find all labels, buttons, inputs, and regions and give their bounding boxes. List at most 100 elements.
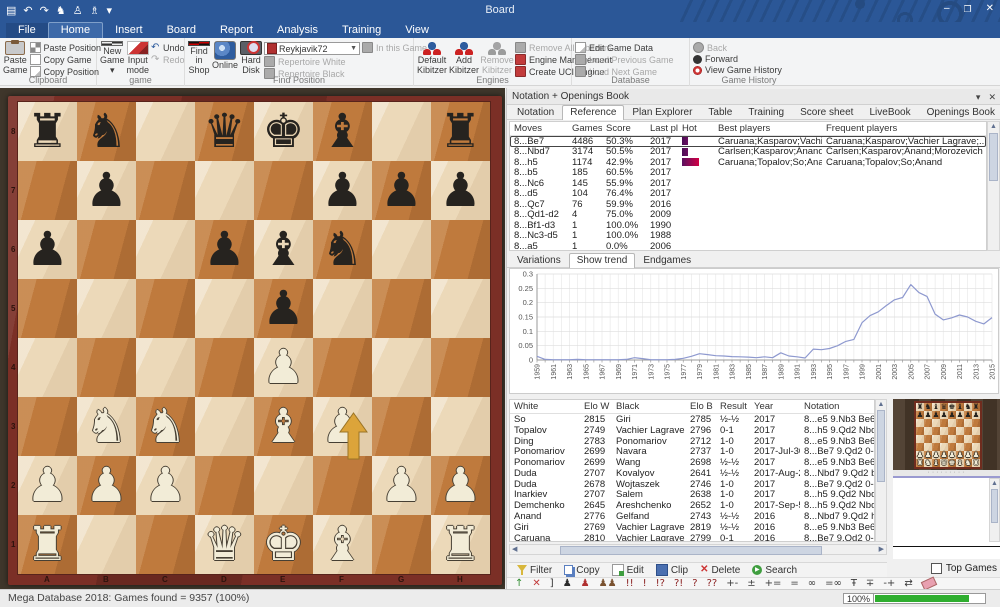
board-square[interactable] [372,338,431,397]
clip-button[interactable]: Clip [656,564,688,576]
tab-score-sheet[interactable]: Score sheet [792,105,861,119]
board-square[interactable] [18,397,77,456]
board-square[interactable] [431,279,490,338]
board-square[interactable] [77,220,136,279]
games-table-row[interactable]: Topalov2749Vachier Lagrave27960-120178..… [510,425,874,436]
piece-bp[interactable]: ♟ [313,161,372,220]
delete-button[interactable]: ✕Delete [700,565,740,576]
board-square[interactable]: ♝ [254,397,313,456]
annotation-symbol-button[interactable]: ✕ [532,578,540,589]
games-table-row[interactable]: Ding2783Ponomariov27121-020178...e5 9.Nb… [510,436,874,447]
piece-wp[interactable]: ♟ [372,456,431,515]
tab-openings-book[interactable]: Openings Book [919,105,1000,119]
annotation-symbol-button[interactable]: +- [726,578,738,589]
annotation-symbol-button[interactable]: ?! [674,578,683,589]
games-table-row[interactable]: Giri2769Vachier Lagrave2819½-½20168...e5… [510,522,874,533]
annotation-symbol-button[interactable]: ♟ [563,578,572,589]
board-square[interactable]: ♝ [254,220,313,279]
moves-table-row[interactable]: 8...a510.0%2006 [510,241,986,252]
edit-button[interactable]: Edit [612,564,644,576]
piece-wb[interactable]: ♝ [313,515,372,574]
load-previous-game-button[interactable]: Load Previous Game [575,54,674,65]
annotation-symbol-button[interactable]: ± [747,578,755,589]
board-square[interactable] [136,338,195,397]
view-game-history-button[interactable]: View Game History [693,65,782,75]
board-square[interactable] [431,338,490,397]
piece-wb[interactable]: ♝ [254,397,313,456]
board-square[interactable] [136,161,195,220]
annotation-symbol-button[interactable]: !! [626,578,634,589]
piece-wn[interactable]: ♞ [77,397,136,456]
annotation-symbol-button[interactable]: ] [550,578,554,589]
tab-table[interactable]: Table [700,105,740,119]
board-square[interactable] [195,161,254,220]
annotation-symbol-button[interactable]: ?? [707,578,718,589]
board-square[interactable] [372,279,431,338]
moves-table-row[interactable]: 8...Be7448650.3%2017Caruana;Kasparov;Vac… [510,136,986,147]
games-table-row[interactable]: Inarkiev2707Salem26381-020178...h5 9.Qd2… [510,490,874,501]
panel-collapse-icon[interactable]: ▾ [976,89,981,105]
board-square[interactable]: ♟ [313,397,372,456]
ribbon-tab-training[interactable]: Training [330,23,393,38]
board-square[interactable]: ♝ [313,102,372,161]
board-square[interactable]: ♜ [431,102,490,161]
board-square[interactable] [136,515,195,574]
tab-plan-explorer[interactable]: Plan Explorer [624,105,700,119]
games-table-row[interactable]: Ponomariov2699Navara27371-02017-Jul-308.… [510,446,874,457]
board-square[interactable]: ♟ [431,456,490,515]
board-square[interactable]: ♚ [254,515,313,574]
piece-wp[interactable]: ♟ [18,456,77,515]
hard-disk-button[interactable]: Hard Disk [240,40,262,75]
remove-kibitzer-button[interactable]: Remove Kibitzer [481,40,513,75]
ribbon-tab-insert[interactable]: Insert [103,23,155,38]
piece-bk[interactable]: ♚ [254,102,313,161]
board-square[interactable] [254,456,313,515]
annotation-symbol-button[interactable]: += [765,578,782,589]
board-square[interactable] [372,102,431,161]
piece-bp[interactable]: ♟ [18,220,77,279]
board-square[interactable] [18,161,77,220]
moves-table-header[interactable]: MovesGamesScoreLast plaHotBest playersFr… [510,122,986,136]
moves-table-scrollbar[interactable]: ▲ [987,121,1000,251]
board-square[interactable] [372,397,431,456]
board-square[interactable] [77,279,136,338]
moves-table-row[interactable]: 8...h5117442.9%2017Caruana;Topalov;So;An… [510,157,986,168]
ribbon-tab-view[interactable]: View [393,23,441,38]
board-square[interactable]: ♞ [77,102,136,161]
moves-table-row[interactable]: 8...Nc3-d51100.0%1988 [510,231,986,242]
board-square[interactable] [136,279,195,338]
new-game-button[interactable]: New Game ▾ [100,40,125,75]
edit-game-data-button[interactable]: Edit Game Data [575,42,674,53]
piece-wk[interactable]: ♚ [254,515,313,574]
annotation-symbol-button[interactable]: ! [643,578,647,589]
board-square[interactable] [431,220,490,279]
board-square[interactable] [372,515,431,574]
board-square[interactable] [18,279,77,338]
board-square[interactable]: ♛ [195,102,254,161]
board-square[interactable] [77,338,136,397]
panel-close-icon[interactable]: ✕ [988,89,996,105]
games-table-row[interactable]: Duda2707Kovalyov2641½-½2017-Aug-208...Nb… [510,468,874,479]
find-in-shop-button[interactable]: Find in Shop [188,40,210,75]
repertoire-white-button[interactable]: Repertoire White [264,56,360,67]
filter-button[interactable]: Filter [517,565,552,576]
board-square[interactable] [313,338,372,397]
board-square[interactable] [372,220,431,279]
moves-table-row[interactable]: 8...d510476.4%2017 [510,189,986,200]
tab-endgames[interactable]: Endgames [635,253,699,267]
games-table-row[interactable]: So2815Giri2785½-½20178...e5 9.Nb3 Be6 10… [510,414,874,425]
games-table-row[interactable]: Caruana2810Vachier Lagrave27990-120168..… [510,533,874,542]
piece-wp[interactable]: ♟ [136,456,195,515]
paste-position-button[interactable]: Paste Position [30,42,102,53]
annotation-symbol-button[interactable]: ⇄ [904,578,912,589]
piece-br[interactable]: ♜ [431,102,490,161]
board-square[interactable] [195,456,254,515]
annotation-symbol-button[interactable]: ♟♟ [599,578,617,589]
annotation-symbol-button[interactable]: ? [692,578,697,589]
annotation-symbol-button[interactable]: !? [656,578,665,589]
piece-wr[interactable]: ♜ [18,515,77,574]
add-kibitzer-button[interactable]: Add Kibitzer [449,40,479,75]
board-square[interactable]: ♟ [313,161,372,220]
board-square[interactable] [313,279,372,338]
games-table-scrollbar[interactable]: ▲ [875,399,887,542]
